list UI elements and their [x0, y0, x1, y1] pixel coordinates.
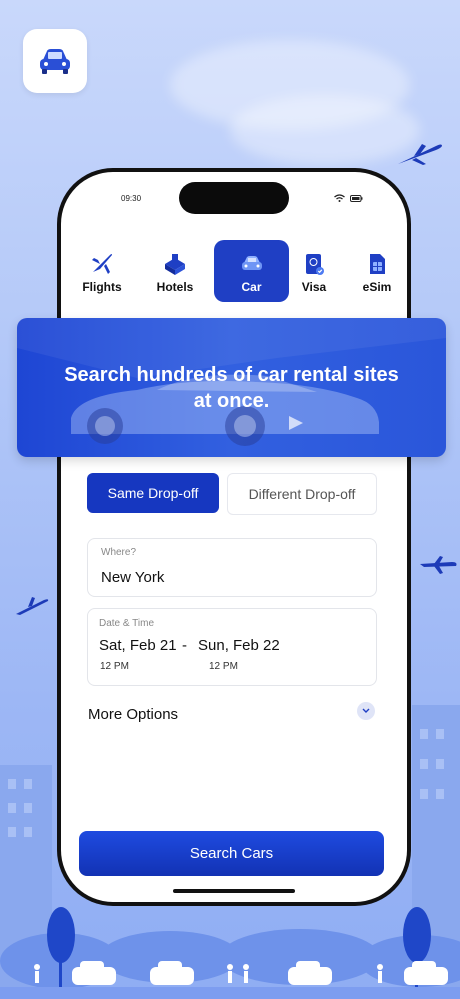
airplane-decoration-icon [16, 597, 49, 615]
tab-flights[interactable]: Flights [81, 240, 123, 302]
tab-label: Visa [301, 280, 327, 294]
cloud-decoration [230, 95, 420, 165]
dynamic-island [179, 182, 289, 214]
phone-screen: 09:30 Flights Hotels Car Visa eSim Same … [61, 172, 407, 902]
where-value: New York [101, 569, 165, 586]
home-indicator [173, 889, 295, 893]
tab-car[interactable]: Car [214, 240, 289, 302]
chevron-down-icon [362, 708, 370, 713]
tab-label: eSim [362, 280, 392, 294]
more-options-label[interactable]: More Options [88, 706, 178, 723]
where-field[interactable]: Where? New York [87, 538, 377, 597]
tab-esim[interactable]: eSim [361, 240, 393, 302]
car-icon [241, 256, 262, 270]
passport-icon [306, 254, 324, 275]
app-logo [23, 29, 87, 93]
date-time-label: Date & Time [99, 618, 155, 629]
car-icon [40, 49, 70, 74]
start-time[interactable]: 12 PM [100, 661, 129, 672]
promo-banner: Search hundreds of car rental sites at o… [17, 318, 446, 457]
end-date[interactable]: Sun, Feb 22 [198, 637, 280, 654]
wifi-icon [334, 194, 345, 202]
tab-label: Flights [82, 280, 122, 294]
end-time[interactable]: 12 PM [209, 661, 238, 672]
category-tabs: Flights Hotels Car Visa eSim [61, 240, 407, 304]
same-dropoff-button[interactable]: Same Drop-off [87, 473, 219, 513]
hotel-icon [165, 254, 185, 275]
status-time: 09:30 [121, 194, 142, 203]
tab-hotels[interactable]: Hotels [153, 240, 197, 302]
status-icons [334, 194, 363, 202]
date-time-field[interactable]: Date & Time Sat, Feb 21 - Sun, Feb 22 12… [87, 608, 377, 686]
start-date[interactable]: Sat, Feb 21 [99, 637, 177, 654]
banner-headline: Search hundreds of car rental sites at o… [64, 364, 399, 412]
more-options-toggle[interactable] [357, 702, 375, 720]
where-label: Where? [101, 547, 137, 558]
airplane-decoration-icon [420, 556, 457, 574]
tab-label: Car [241, 280, 262, 294]
battery-icon [350, 194, 363, 202]
sim-card-icon [370, 254, 385, 274]
different-dropoff-button[interactable]: Different Drop-off [227, 473, 377, 515]
tab-label: Hotels [156, 280, 194, 294]
search-cars-button[interactable]: Search Cars [79, 831, 384, 876]
airplane-decoration-icon [398, 144, 442, 165]
plane-icon [92, 254, 112, 274]
tab-visa[interactable]: Visa [297, 240, 331, 302]
date-separator: - [182, 637, 187, 654]
